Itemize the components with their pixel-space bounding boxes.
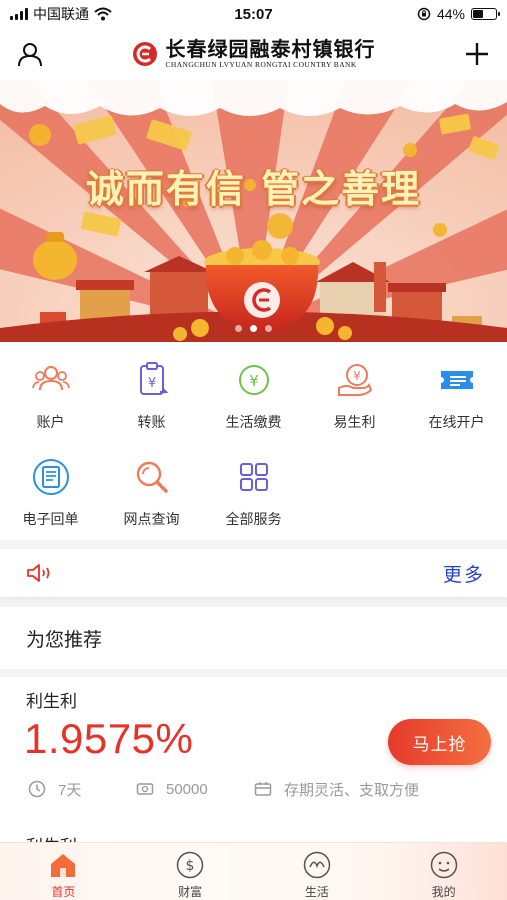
profile-button[interactable] <box>0 28 60 80</box>
tab-home[interactable]: 首页 <box>0 843 127 900</box>
more-link[interactable]: 更多 <box>443 560 485 587</box>
service-profit[interactable]: ¥ 易生利 <box>304 342 405 430</box>
service-label: 在线开户 <box>428 414 485 430</box>
carrier-label: 中国联通 <box>33 6 89 22</box>
app-screen: 中国联通 15:07 44% 长春绿园融泰村镇银行 CHANGCHUN LVYU… <box>0 0 507 900</box>
bank-logo-icon <box>132 42 157 66</box>
bottom-tab-bar: 首页 $ 财富 生活 我的 <box>0 842 507 900</box>
bank-name-cn: 长春绿园融泰村镇银行 <box>165 37 376 61</box>
calendar-icon <box>254 782 272 796</box>
status-left: 中国联通 <box>10 4 180 24</box>
product-rate: 1.9575% <box>24 715 194 762</box>
life-icon <box>303 851 331 879</box>
banner-dot[interactable] <box>250 325 257 332</box>
service-transfer[interactable]: ¥ 转账 <box>101 342 202 430</box>
tab-label: 我的 <box>431 885 456 899</box>
mine-icon <box>430 851 457 879</box>
recommend-section: 为您推荐 <box>0 607 507 669</box>
service-label: 生活缴费 <box>225 414 282 430</box>
wifi-icon <box>94 7 112 21</box>
banner-pagination <box>0 325 507 332</box>
clock-icon <box>28 780 46 798</box>
service-online-account[interactable]: 在线开户 <box>406 342 507 430</box>
banner-dot[interactable] <box>235 325 242 332</box>
online-account-icon <box>440 371 473 389</box>
tab-label: 首页 <box>51 885 76 899</box>
buy-now-button[interactable]: 马上抢 <box>388 719 491 765</box>
account-icon <box>31 366 70 391</box>
svg-text:¥: ¥ <box>249 372 259 390</box>
banner-slogan: 诚而有信 管之善理 <box>85 167 422 211</box>
battery-icon <box>471 8 500 20</box>
user-icon <box>18 43 42 67</box>
product-term: 7天 <box>58 781 82 799</box>
product-meta: 7天 50000 存期灵活、支取方便 <box>28 777 488 801</box>
add-button[interactable] <box>447 28 507 80</box>
branch-search-icon <box>136 461 168 493</box>
service-label: 账户 <box>36 414 65 430</box>
battery-percent: 44% <box>436 6 465 22</box>
plus-icon <box>466 43 488 65</box>
product-min-amount: 50000 <box>166 780 208 798</box>
service-all[interactable]: 全部服务 <box>203 439 304 527</box>
svg-text:¥: ¥ <box>147 376 155 391</box>
transfer-icon: ¥ <box>139 362 168 395</box>
service-e-receipt[interactable]: 电子回单 <box>0 439 101 527</box>
cash-icon <box>136 783 154 795</box>
banner-dot[interactable] <box>265 325 272 332</box>
service-label: 网点查询 <box>123 511 180 527</box>
service-branch-search[interactable]: 网点查询 <box>101 439 202 527</box>
tab-life[interactable]: 生活 <box>254 843 381 900</box>
speaker-icon <box>27 564 50 582</box>
status-time: 15:07 <box>234 5 273 23</box>
tab-mine[interactable]: 我的 <box>380 843 507 900</box>
service-label: 易生利 <box>333 414 376 430</box>
recommend-title: 为您推荐 <box>26 629 103 651</box>
status-bar: 中国联通 15:07 44% <box>0 0 507 28</box>
service-account[interactable]: 账户 <box>0 342 101 430</box>
tab-label: 财富 <box>178 885 203 899</box>
bank-brand: 长春绿园融泰村镇银行 CHANGCHUN LVYUAN RONGTAI COUN… <box>60 38 447 70</box>
profit-icon: ¥ <box>337 364 372 397</box>
service-label: 全部服务 <box>225 511 282 527</box>
wealth-icon: $ <box>176 851 204 879</box>
service-label: 电子回单 <box>22 511 79 527</box>
notice-bar[interactable]: 更多 <box>0 549 507 597</box>
rotation-lock-icon <box>417 7 431 21</box>
signal-icon <box>10 8 28 20</box>
svg-text:¥: ¥ <box>353 369 361 383</box>
product-feature: 存期灵活、支取方便 <box>284 781 420 799</box>
services-grid: 账户 ¥ 转账 ¥ 生活缴费 ¥ 易生利 在线开户 电子回单 网点查询 全部服务 <box>0 342 507 540</box>
product-card[interactable]: 利生利 1.9575% 马上抢 7天 50000 存期灵活、支取方便 <box>0 677 507 856</box>
app-header: 长春绿园融泰村镇银行 CHANGCHUN LVYUAN RONGTAI COUN… <box>0 28 507 80</box>
life-payment-icon: ¥ <box>238 365 269 395</box>
status-right: 44% <box>327 6 500 22</box>
tab-wealth[interactable]: $ 财富 <box>127 843 254 900</box>
home-icon <box>51 854 76 877</box>
tab-label: 生活 <box>304 885 329 899</box>
e-receipt-icon <box>32 459 69 495</box>
svg-text:$: $ <box>186 858 195 874</box>
product-name: 利生利 <box>26 692 77 711</box>
service-label: 转账 <box>137 414 166 430</box>
promo-banner[interactable]: 诚而有信 管之善理 <box>0 80 507 342</box>
all-services-icon <box>239 463 268 491</box>
service-life-payment[interactable]: ¥ 生活缴费 <box>203 342 304 430</box>
bank-name-en: CHANGCHUN LVYUAN RONGTAI COUNTRY BANK <box>165 60 357 69</box>
